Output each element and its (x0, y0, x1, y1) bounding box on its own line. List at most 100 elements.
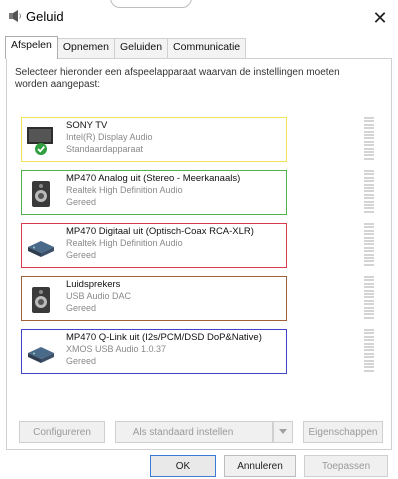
meter-bar (364, 263, 374, 266)
meter-bar (364, 127, 374, 130)
ok-button[interactable]: OK (150, 455, 216, 477)
instruction-text: Selecteer hieronder een afspeelapparaat … (15, 67, 340, 90)
apply-button[interactable]: Toepassen (304, 455, 388, 477)
device-status: Standaardapparaat (66, 144, 144, 154)
meter-bar (364, 359, 374, 362)
device-item[interactable]: MP470 Q-Link uit (I2s/PCM/DSD DoP&Native… (21, 329, 287, 374)
meter-bar (364, 282, 374, 285)
meter-bar (364, 292, 374, 295)
meter-bar (364, 329, 374, 331)
meter-bar (364, 306, 374, 309)
meter-bar (364, 260, 374, 263)
device-driver: Realtek High Definition Audio (66, 185, 183, 195)
meter-bar (364, 210, 374, 213)
meter-bar (364, 335, 374, 338)
device-item[interactable]: Luidsprekers USB Audio DAC Gereed (21, 276, 287, 321)
meter-bar (364, 226, 374, 229)
meter-bar (364, 137, 374, 140)
playback-panel: Selecteer hieronder een afspeelapparaat … (6, 58, 392, 450)
meter-bar (364, 276, 374, 278)
device-status: Gereed (66, 250, 97, 260)
device-driver: Intel(R) Display Audio (66, 132, 153, 142)
window-title: Geluid (26, 9, 64, 24)
device-name: MP470 Digitaal uit (Optisch-Coax RCA-XLR… (66, 226, 254, 237)
meter-bar (364, 369, 374, 372)
meter-bar (364, 286, 374, 289)
meter-bar (364, 289, 374, 292)
device-status: Gereed (66, 197, 97, 207)
volume-meter (364, 170, 374, 215)
meter-bar (364, 200, 374, 203)
meter-bar (364, 123, 374, 126)
meter-bar (364, 236, 374, 239)
device-item[interactable]: SONY TV Intel(R) Display Audio Standaard… (21, 117, 287, 162)
meter-bar (364, 203, 374, 206)
meter-bar (364, 339, 374, 342)
close-button[interactable]: ✕ (362, 0, 398, 36)
set-default-dropdown[interactable] (273, 421, 293, 443)
meter-bar (364, 349, 374, 352)
volume-meter (364, 329, 374, 374)
title-bar: Geluid ✕ (0, 0, 398, 36)
meter-bar (364, 150, 374, 153)
speaker-icon (32, 287, 50, 313)
speaker-icon (32, 181, 50, 207)
device-name: MP470 Analog uit (Stereo - Meerkanaals) (66, 173, 241, 184)
tab-opnemen[interactable]: Opnemen (56, 38, 115, 59)
meter-bar (364, 130, 374, 133)
tab-geluiden[interactable]: Geluiden (114, 38, 169, 59)
tab-afspelen[interactable]: Afspelen (5, 36, 58, 59)
set-default-button[interactable]: Als standaard instellen (115, 421, 273, 443)
meter-bar (364, 180, 374, 183)
meter-bar (364, 193, 374, 196)
meter-bar (364, 356, 374, 359)
device-item[interactable]: MP470 Analog uit (Stereo - Meerkanaals) … (21, 170, 287, 215)
meter-bar (364, 117, 374, 119)
meter-bar (364, 256, 374, 259)
device-driver: XMOS USB Audio 1.0.37 (66, 344, 167, 354)
meter-bar (364, 144, 374, 147)
meter-bar (364, 190, 374, 193)
meter-bar (364, 120, 374, 123)
tab-bar: Afspelen Opnemen Geluiden Communicatie (5, 36, 247, 59)
device-status: Gereed (66, 356, 97, 366)
meter-bar (364, 303, 374, 306)
meter-bar (364, 243, 374, 246)
meter-bar (364, 253, 374, 256)
meter-bar (364, 296, 374, 299)
device-driver: USB Audio DAC (66, 291, 132, 301)
meter-bar (364, 176, 374, 179)
meter-bar (364, 279, 374, 282)
meter-bar (364, 332, 374, 335)
meter-bar (364, 197, 374, 200)
meter-bar (364, 345, 374, 348)
device-name: MP470 Q-Link uit (I2s/PCM/DSD DoP&Native… (66, 332, 262, 343)
meter-bar (364, 157, 374, 160)
meter-bar (364, 173, 374, 176)
cancel-button[interactable]: Annuleren (224, 455, 296, 477)
device-status: Gereed (66, 303, 97, 313)
chevron-down-icon (279, 429, 287, 434)
monitor-icon (27, 127, 53, 155)
meter-bar (364, 342, 374, 345)
meter-bar (364, 362, 374, 365)
meter-bar (364, 309, 374, 312)
tab-communicatie[interactable]: Communicatie (167, 38, 247, 59)
device-driver: Realtek High Definition Audio (66, 238, 183, 248)
device-name: SONY TV (66, 120, 108, 131)
meter-bar (364, 183, 374, 186)
properties-button[interactable]: Eigenschappen (303, 421, 383, 443)
configure-button[interactable]: Configureren (19, 421, 105, 443)
digital-output-icon (28, 241, 54, 257)
meter-bar (364, 223, 374, 225)
meter-bar (364, 140, 374, 143)
meter-bar (364, 352, 374, 355)
meter-bar (364, 366, 374, 369)
meter-bar (364, 186, 374, 189)
meter-bar (364, 133, 374, 136)
volume-meter (364, 276, 374, 321)
device-item[interactable]: MP470 Digitaal uit (Optisch-Coax RCA-XLR… (21, 223, 287, 268)
meter-bar (364, 229, 374, 232)
volume-meter (364, 117, 374, 162)
digital-output-icon (28, 347, 54, 363)
